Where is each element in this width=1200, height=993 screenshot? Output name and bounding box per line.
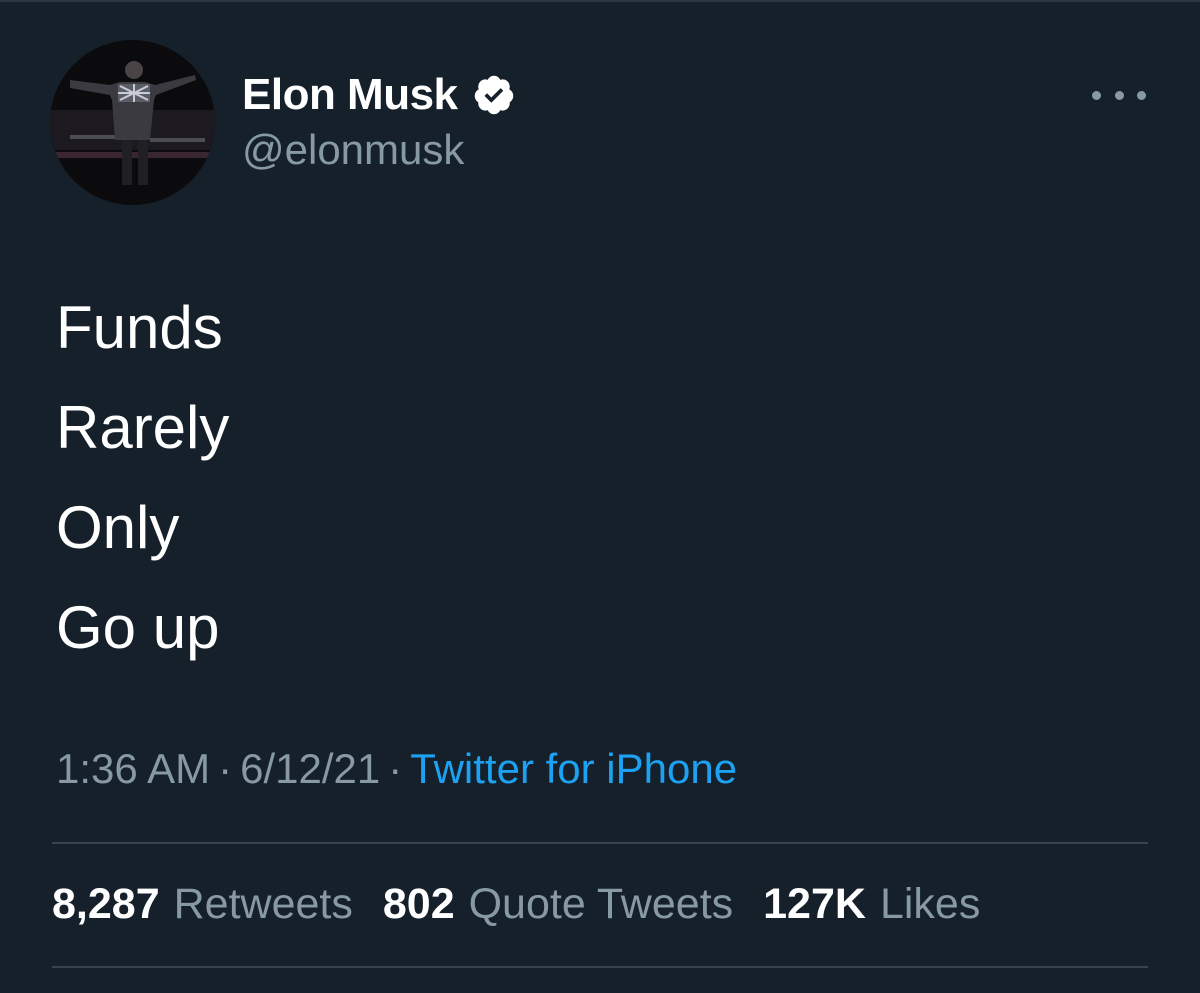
quote-tweets-label: Quote Tweets — [468, 880, 734, 928]
more-dot — [1092, 90, 1101, 100]
tweet-line: Only — [56, 494, 180, 561]
more-dot — [1114, 90, 1124, 100]
more-options-icon[interactable] — [1092, 80, 1146, 110]
tweet-line: Rarely — [56, 394, 230, 461]
meta-separator: · — [218, 745, 233, 792]
more-dot — [1137, 90, 1146, 100]
top-border — [0, 0, 1200, 2]
tweet-time[interactable]: 1:36 AM — [56, 745, 210, 792]
likes-stat[interactable]: 127K Likes — [763, 880, 980, 929]
tweet-line: Funds — [56, 294, 223, 361]
quote-tweets-count: 802 — [382, 880, 455, 928]
likes-count: 127K — [763, 880, 866, 928]
tweet-source-link[interactable]: Twitter for iPhone — [410, 745, 737, 792]
author-display-name[interactable]: Elon Musk — [242, 70, 458, 120]
quote-tweets-stat[interactable]: 802 Quote Tweets — [383, 880, 733, 929]
tweet-text: Funds Rarely Only Go up — [56, 278, 229, 678]
author-handle[interactable]: @elonmusk — [242, 126, 464, 174]
tweet-date[interactable]: 6/12/21 — [240, 745, 380, 792]
tweet-stats: 8,287 Retweets 802 Quote Tweets 127K Lik… — [52, 880, 1010, 929]
likes-label: Likes — [879, 880, 981, 928]
tweet-meta: 1:36 AM · 6/12/21 · Twitter for iPhone — [56, 745, 737, 793]
divider — [52, 842, 1148, 844]
avatar-image — [50, 40, 215, 205]
verified-badge-icon — [472, 73, 516, 117]
retweets-stat[interactable]: 8,287 Retweets — [52, 880, 353, 929]
retweets-label: Retweets — [173, 880, 353, 928]
author-name-row[interactable]: Elon Musk — [242, 70, 516, 120]
meta-separator: · — [388, 745, 403, 792]
tweet-line: Go up — [56, 594, 220, 661]
retweets-count: 8,287 — [52, 880, 160, 928]
avatar[interactable] — [50, 40, 215, 205]
divider — [52, 966, 1148, 968]
